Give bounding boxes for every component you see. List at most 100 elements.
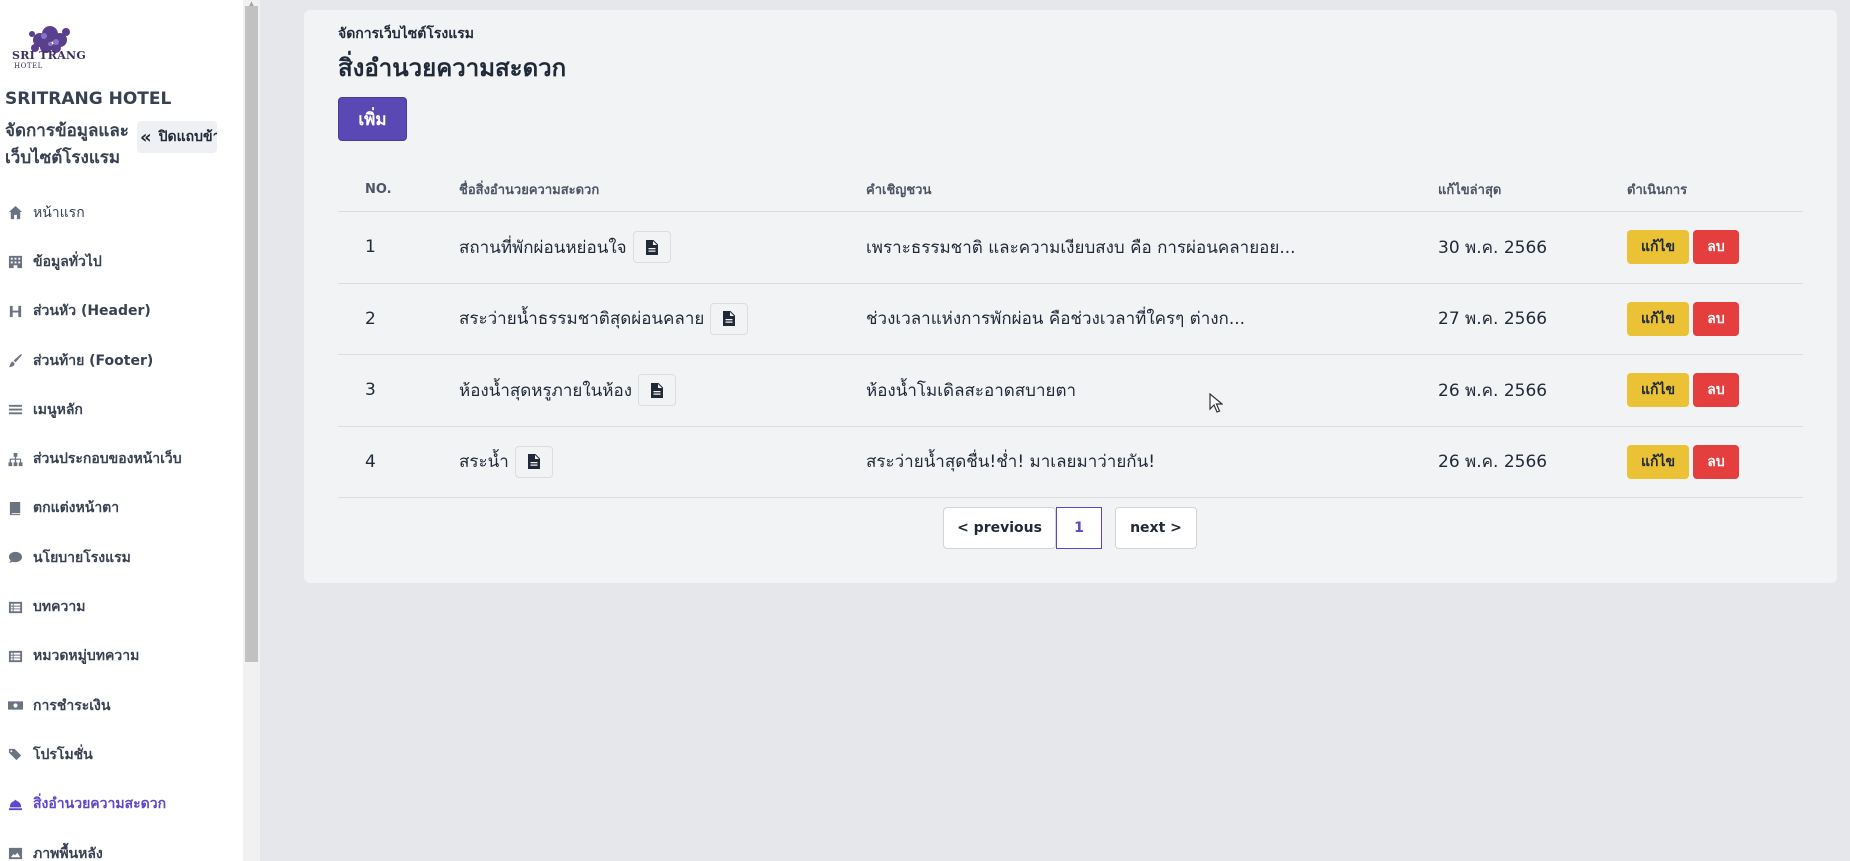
- sidebar-item-payment[interactable]: การชำระเงิน: [0, 681, 243, 730]
- table-row: 1 สถานที่พักผ่อนหย่อนใจ เพราะธรรมชาติ แล…: [338, 212, 1803, 284]
- money-icon: [5, 698, 25, 714]
- amenity-name: ห้องน้ำสุดหรูภายในห้อง: [459, 380, 632, 401]
- view-detail-button[interactable]: [710, 302, 749, 335]
- collapse-label: ปิดแถบข้า: [158, 129, 217, 145]
- column-header-actions: ดำเนินการ: [1627, 183, 1688, 198]
- hotel-name: SRITRANG HOTEL: [5, 89, 172, 109]
- invite-text: ห้องน้ำโมเดิลสะอาดสบายตา: [866, 380, 1077, 401]
- row-number: 2: [365, 308, 376, 329]
- edit-button[interactable]: แก้ไข: [1627, 373, 1689, 408]
- view-detail-button[interactable]: [514, 445, 553, 478]
- sidebar-item-label: สิ่งอำนวยความสะดวก: [33, 796, 167, 813]
- column-header-invite: คำเชิญชวน: [866, 183, 932, 198]
- document-icon: [527, 454, 540, 470]
- sidebar-item-page-components[interactable]: ส่วนประกอบของหน้าเว็บ: [0, 434, 243, 483]
- add-button[interactable]: เพิ่ม: [338, 97, 407, 141]
- sidebar-item-label: บทความ: [33, 599, 86, 616]
- sidebar-item-home[interactable]: หน้าแรก: [0, 188, 243, 237]
- delete-button[interactable]: ลบ: [1693, 301, 1739, 336]
- amenity-name: สระว่ายน้ำธรรมชาติสุดผ่อนคลาย: [459, 309, 705, 330]
- row-actions: แก้ไข ลบ: [1627, 373, 1739, 408]
- scroll-thumb[interactable]: [245, 6, 258, 662]
- mouse-cursor-icon: [1209, 393, 1223, 413]
- sidebar-item-article-categories[interactable]: หมวดหมู่บทความ: [0, 632, 243, 681]
- edit-button[interactable]: แก้ไข: [1627, 230, 1689, 265]
- amenity-name-cell: สระน้ำ: [459, 445, 553, 478]
- pagination: < previous 1 next >: [943, 507, 1197, 549]
- sidebar-item-label: ข้อมูลทั่วไป: [33, 253, 102, 270]
- tags-icon: [5, 747, 25, 763]
- list-icon: [5, 648, 25, 664]
- column-header-updated: แก้ไขล่าสุด: [1438, 183, 1502, 198]
- document-icon: [645, 239, 658, 255]
- sidebar-item-promotion[interactable]: โปรโมชั่น: [0, 730, 243, 779]
- content-card: จัดการเว็บไซต์โรงแรม สิ่งอำนวยความสะดวก …: [304, 10, 1837, 583]
- sidebar-item-label: ตกแต่งหน้าตา: [33, 500, 120, 517]
- document-icon: [723, 311, 736, 327]
- list-icon: [5, 599, 25, 615]
- double-chevron-left-icon: «: [140, 126, 152, 148]
- amenity-name-cell: สถานที่พักผ่อนหย่อนใจ: [459, 231, 671, 264]
- table-header: NO. ชื่อสิ่งอำนวยความสะดวก คำเชิญชวน แก้…: [338, 168, 1803, 212]
- heading-icon: [5, 303, 25, 319]
- delete-button[interactable]: ลบ: [1693, 230, 1739, 265]
- hotel-description: จัดการข้อมูลและเว็บไซต์โรงแรม: [5, 121, 129, 168]
- sidebar-item-main-menu[interactable]: เมนูหลัก: [0, 385, 243, 434]
- document-icon: [651, 382, 663, 398]
- sidebar-item-label: โปรโมชั่น: [33, 746, 93, 763]
- previous-page-button[interactable]: < previous: [943, 507, 1056, 549]
- sidebar-item-label: ภาพพื้นหลัง: [33, 845, 103, 861]
- amenities-table: NO. ชื่อสิ่งอำนวยความสะดวก คำเชิญชวน แก้…: [338, 168, 1803, 498]
- invite-text: เพราะธรรมชาติ และความเงียบสงบ คือ การผ่อ…: [866, 237, 1296, 258]
- building-icon: [5, 254, 25, 270]
- delete-button[interactable]: ลบ: [1693, 444, 1739, 479]
- brush-icon: [5, 353, 25, 369]
- sidebar-scrollbar[interactable]: ▲: [243, 0, 260, 861]
- row-actions: แก้ไข ลบ: [1627, 301, 1739, 336]
- sidebar-menu: หน้าแรก ข้อมูลทั่วไป ส่วนหัว (Header) ส่…: [0, 188, 243, 861]
- sidebar: SRI TRANG HOTEL SRITRANG HOTEL จัดการข้อ…: [0, 0, 243, 861]
- logo-text: SRI TRANG: [12, 49, 87, 62]
- edit-button[interactable]: แก้ไข: [1627, 444, 1689, 479]
- sidebar-item-label: ส่วนท้าย (Footer): [33, 352, 154, 369]
- sidebar-item-amenities[interactable]: สิ่งอำนวยความสะดวก: [0, 780, 243, 829]
- next-page-button[interactable]: next >: [1115, 507, 1197, 549]
- logo-subtext: HOTEL: [14, 62, 43, 70]
- page-title: สิ่งอำนวยความสะดวก: [338, 54, 567, 82]
- sidebar-item-label: ส่วนประกอบของหน้าเว็บ: [33, 451, 182, 468]
- sidebar-item-label: เมนูหลัก: [33, 401, 83, 418]
- sidebar-item-policy[interactable]: นโยบายโรงแรม: [0, 533, 243, 582]
- delete-button[interactable]: ลบ: [1693, 373, 1739, 408]
- current-page-button[interactable]: 1: [1056, 507, 1102, 549]
- row-number: 4: [365, 451, 376, 472]
- view-detail-button[interactable]: [632, 231, 671, 264]
- invite-text: สระว่ายน้ำสุดชื่น!ช่ำ! มาเลยมาว่ายกัน!: [866, 452, 1156, 473]
- row-actions: แก้ไข ลบ: [1627, 444, 1739, 479]
- breadcrumb: จัดการเว็บไซต์โรงแรม: [338, 26, 474, 42]
- invite-text: ช่วงเวลาแห่งการพักผ่อน คือช่วงเวลาที่ใคร…: [866, 309, 1246, 330]
- column-header-no: NO.: [365, 182, 392, 197]
- sidebar-item-label: ส่วนหัว (Header): [33, 303, 151, 320]
- sidebar-item-label: หมวดหมู่บทความ: [33, 648, 140, 665]
- table-row: 3 ห้องน้ำสุดหรูภายในห้อง ห้องน้ำโมเดิลสะ…: [338, 355, 1803, 427]
- sidebar-item-label: หน้าแรก: [33, 204, 85, 221]
- view-detail-button[interactable]: [638, 374, 676, 407]
- row-number: 1: [365, 237, 376, 258]
- updated-date: 26 พ.ค. 2566: [1438, 452, 1548, 473]
- row-actions: แก้ไข ลบ: [1627, 230, 1739, 265]
- sidebar-item-theme[interactable]: ตกแต่งหน้าตา: [0, 484, 243, 533]
- table-row: 4 สระน้ำ สระว่ายน้ำสุดชื่น!ช่ำ! มาเลยมาว…: [338, 427, 1803, 498]
- amenity-name: สระน้ำ: [459, 452, 509, 473]
- sidebar-item-footer[interactable]: ส่วนท้าย (Footer): [0, 336, 243, 385]
- updated-date: 30 พ.ค. 2566: [1438, 237, 1548, 258]
- sidebar-item-background[interactable]: ภาพพื้นหลัง: [0, 829, 243, 861]
- edit-button[interactable]: แก้ไข: [1627, 301, 1689, 336]
- sidebar-item-header[interactable]: ส่วนหัว (Header): [0, 287, 243, 336]
- sidebar-item-articles[interactable]: บทความ: [0, 582, 243, 631]
- book-icon: [5, 500, 25, 516]
- collapse-sidebar-button[interactable]: « ปิดแถบข้า: [137, 121, 217, 153]
- menu-bars-icon: [5, 402, 25, 418]
- updated-date: 26 พ.ค. 2566: [1438, 380, 1548, 401]
- sidebar-item-label: นโยบายโรงแรม: [33, 549, 131, 566]
- sidebar-item-general[interactable]: ข้อมูลทั่วไป: [0, 237, 243, 286]
